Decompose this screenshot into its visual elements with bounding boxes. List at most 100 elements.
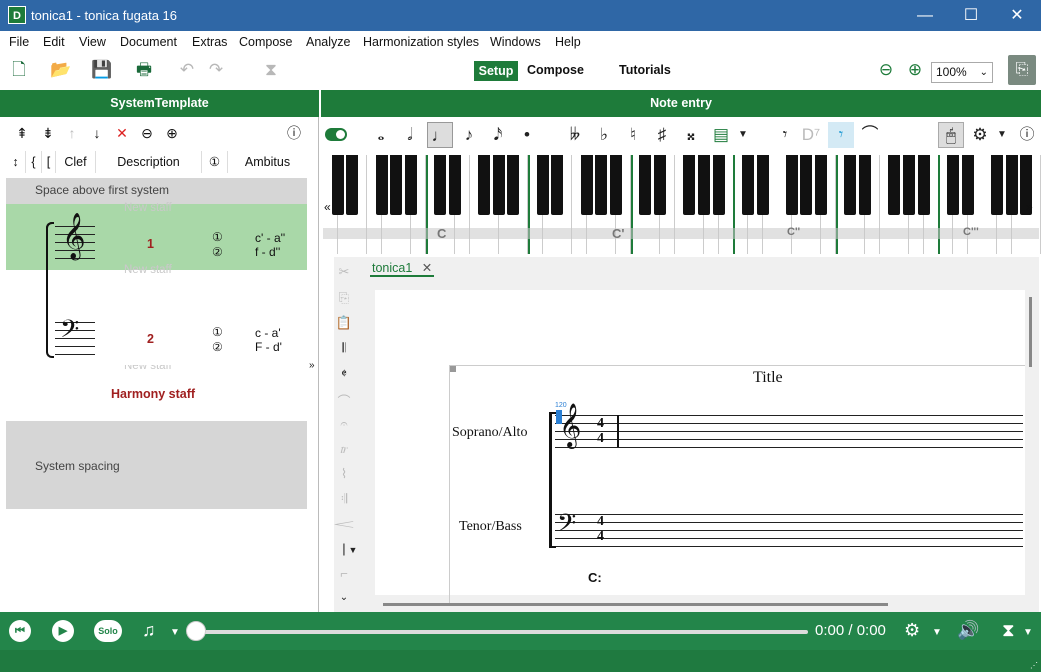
- bracket-column-icon[interactable]: [: [42, 151, 56, 173]
- piano-black-key[interactable]: [375, 155, 388, 215]
- menu-document[interactable]: Document: [120, 35, 177, 49]
- resize-grip-icon[interactable]: ⋰: [1030, 661, 1038, 670]
- new-staff-ghost[interactable]: New staff: [124, 202, 172, 214]
- piano-black-key[interactable]: [946, 155, 959, 215]
- maximize-button[interactable]: ☐: [948, 0, 994, 31]
- piano-scroll-right-icon[interactable]: »: [1026, 200, 1033, 214]
- add-staff-above-icon[interactable]: ⇞: [12, 123, 32, 143]
- piano-black-key[interactable]: [815, 155, 828, 215]
- cut-time-icon[interactable]: 𝄵: [334, 366, 354, 386]
- piano-black-key[interactable]: [961, 155, 974, 215]
- piano-black-key[interactable]: [844, 155, 857, 215]
- piano-black-key[interactable]: [741, 155, 754, 215]
- soprano-alto-staff[interactable]: [555, 415, 1023, 448]
- zoom-in-template-icon[interactable]: ⊕: [162, 123, 182, 143]
- description-column-header[interactable]: Description: [96, 151, 202, 173]
- playback-settings-icon[interactable]: ⚙: [904, 620, 920, 641]
- piano-black-key[interactable]: [1005, 155, 1018, 215]
- spacing-column-icon[interactable]: ↕: [6, 151, 26, 173]
- half-note-icon[interactable]: 𝅗𝅥: [397, 122, 423, 148]
- dynamics-icon[interactable]: 𝆒: [334, 516, 354, 536]
- piano-black-key[interactable]: [785, 155, 798, 215]
- zoom-select[interactable]: 100% ⌄: [931, 62, 993, 83]
- delete-icon[interactable]: ✕: [112, 123, 132, 143]
- piano-black-key[interactable]: [434, 155, 447, 215]
- info-icon[interactable]: ⓘ: [284, 123, 304, 143]
- piano-black-key[interactable]: [448, 155, 461, 215]
- mouse-input-icon[interactable]: 🖱: [938, 122, 964, 148]
- clef-column-header[interactable]: Clef: [56, 151, 96, 173]
- piano-black-key[interactable]: [683, 155, 696, 215]
- menu-edit[interactable]: Edit: [43, 35, 65, 49]
- metronome-icon[interactable]: ⧗: [258, 57, 284, 83]
- close-tab-icon[interactable]: ✕: [422, 261, 432, 275]
- double-flat-icon[interactable]: 𝄫: [562, 122, 588, 148]
- piano-black-key[interactable]: [580, 155, 593, 215]
- ornament-icon[interactable]: 𝆖: [334, 441, 354, 461]
- note-entry-toggle[interactable]: [325, 128, 347, 141]
- flat-icon[interactable]: ♭: [591, 122, 617, 148]
- piano-black-key[interactable]: [917, 155, 930, 215]
- menu-view[interactable]: View: [79, 35, 106, 49]
- document-tab[interactable]: tonica1 ✕: [370, 260, 435, 277]
- eighth-note-icon[interactable]: ♪: [456, 122, 482, 148]
- ambitus-column-header[interactable]: Ambitus: [228, 151, 307, 173]
- piano-black-key[interactable]: [478, 155, 491, 215]
- voice-column-header[interactable]: ①: [202, 151, 228, 173]
- sharp-icon[interactable]: ♯: [649, 122, 675, 148]
- brace-column-icon[interactable]: {: [26, 151, 42, 173]
- rest-icon[interactable]: 𝄾: [772, 122, 798, 148]
- tenor-bass-staff[interactable]: [555, 514, 1023, 547]
- chevron-down-icon[interactable]: ▼: [932, 627, 942, 638]
- piano-black-key[interactable]: [551, 155, 564, 215]
- piano-keyboard[interactable]: [323, 155, 1041, 254]
- move-up-icon[interactable]: ↑: [62, 123, 82, 143]
- piano-black-key[interactable]: [610, 155, 622, 215]
- redo-icon[interactable]: ↷: [203, 57, 229, 83]
- piano-black-key[interactable]: [536, 155, 549, 215]
- new-staff-ghost[interactable]: New staff: [124, 264, 172, 276]
- piano-black-key[interactable]: [712, 155, 725, 215]
- piano-black-key[interactable]: [697, 155, 710, 215]
- natural-icon[interactable]: ♮: [620, 122, 646, 148]
- instrument-name[interactable]: Soprano/Alto: [452, 425, 527, 441]
- piano-black-key[interactable]: [990, 155, 1003, 215]
- piano-black-key[interactable]: [903, 155, 915, 215]
- piano-black-key[interactable]: [404, 155, 417, 215]
- harmony-staff-label[interactable]: Harmony staff: [111, 387, 195, 401]
- menu-windows[interactable]: Windows: [490, 35, 541, 49]
- piano-black-key[interactable]: [507, 155, 520, 215]
- instrument-name[interactable]: Tenor/Bass: [459, 519, 522, 535]
- slur-icon[interactable]: ⌒: [334, 391, 354, 411]
- piano-black-key[interactable]: [331, 155, 344, 215]
- undo-icon[interactable]: ↶: [174, 57, 200, 83]
- menu-harmonization-styles[interactable]: Harmonization styles: [363, 35, 479, 49]
- collapse-panel-icon[interactable]: »: [309, 360, 315, 371]
- dot-icon[interactable]: •: [514, 122, 540, 148]
- volta-icon[interactable]: ⌐: [334, 566, 354, 586]
- copy-icon[interactable]: ⎘: [334, 290, 354, 310]
- chevron-down-icon[interactable]: ▼: [989, 122, 1015, 148]
- double-sharp-icon[interactable]: 𝄪: [678, 122, 704, 148]
- quarter-note-icon[interactable]: ♩: [427, 122, 453, 148]
- piano-black-key[interactable]: [653, 155, 666, 215]
- fermata-icon[interactable]: 𝄐: [334, 416, 354, 436]
- print-icon[interactable]: 🖶: [131, 57, 157, 83]
- line-icon[interactable]: ⌇: [334, 466, 354, 486]
- zoom-out-template-icon[interactable]: ⊖: [137, 123, 157, 143]
- score-title[interactable]: Title: [753, 369, 783, 387]
- minimize-button[interactable]: —: [902, 0, 948, 31]
- tab-compose[interactable]: Compose: [527, 63, 584, 77]
- close-button[interactable]: ✕: [994, 0, 1040, 31]
- menu-compose[interactable]: Compose: [239, 35, 293, 49]
- vertical-scrollbar[interactable]: [1029, 297, 1032, 367]
- volume-icon[interactable]: 🔊: [957, 620, 979, 641]
- cut-icon[interactable]: ✂: [334, 264, 354, 284]
- open-document-icon[interactable]: 📂: [48, 57, 74, 83]
- skip-to-start-icon[interactable]: ⏮: [9, 620, 31, 642]
- paste-icon[interactable]: 📋: [334, 315, 354, 335]
- move-down-icon[interactable]: ↓: [87, 123, 107, 143]
- piano-black-key[interactable]: [595, 155, 608, 215]
- sound-settings-icon[interactable]: ♫: [142, 620, 156, 641]
- chevron-down-icon[interactable]: ▼: [730, 122, 756, 148]
